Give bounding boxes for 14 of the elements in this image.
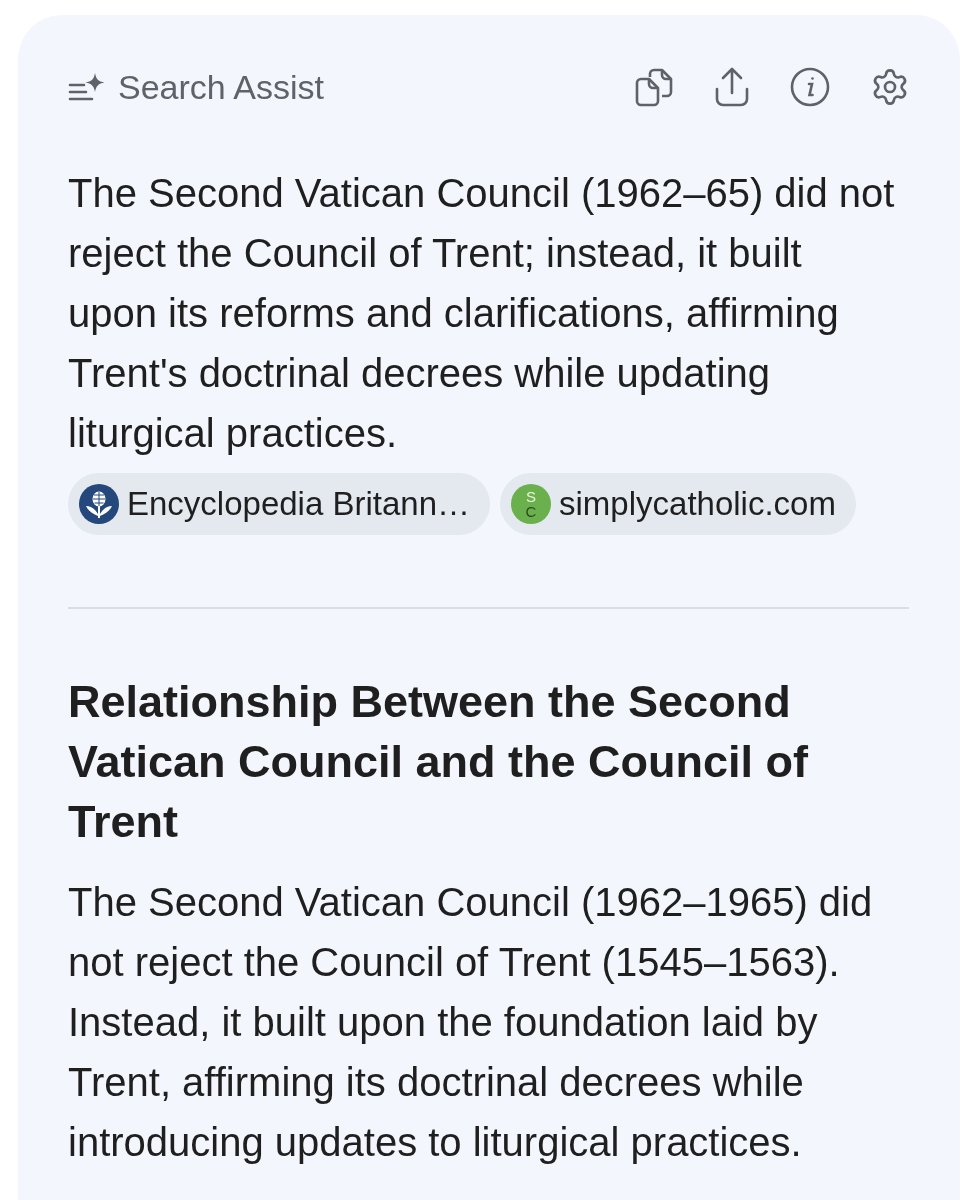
- summary-paragraph: The Second Vatican Council (1962–65) did not reject the Council of Trent; instead, it built upon its reforms and clarifications, affirming Trent's doctrinal decrees while updating liturgical practices.: [68, 170, 896, 457]
- share-icon: [714, 67, 750, 107]
- section-heading: Relationship Between the Second Vatican Council and the Council of Trent: [68, 675, 810, 849]
- source-chip[interactable]: S C simplycatholic.com: [500, 473, 856, 535]
- copy-button[interactable]: [634, 67, 674, 107]
- copy-icon: [634, 67, 674, 107]
- letters-favicon-icon: S C: [511, 484, 552, 524]
- info-icon: [790, 67, 830, 107]
- info-button[interactable]: [790, 67, 830, 107]
- share-button[interactable]: [714, 67, 750, 107]
- panel-title: Search Assist: [118, 67, 324, 107]
- source-chip[interactable]: Encyclopedia Britann…: [68, 473, 491, 535]
- section-paragraph: The Second Vatican Council (1962–1965) did not reject the Council of Trent (1545–1563). Instead, it built upon the foundation laid by Trent, affirming its doctrinal decrees while introducing updates to liturgical practices.: [68, 879, 874, 1166]
- thistle-logo-icon: [79, 484, 119, 524]
